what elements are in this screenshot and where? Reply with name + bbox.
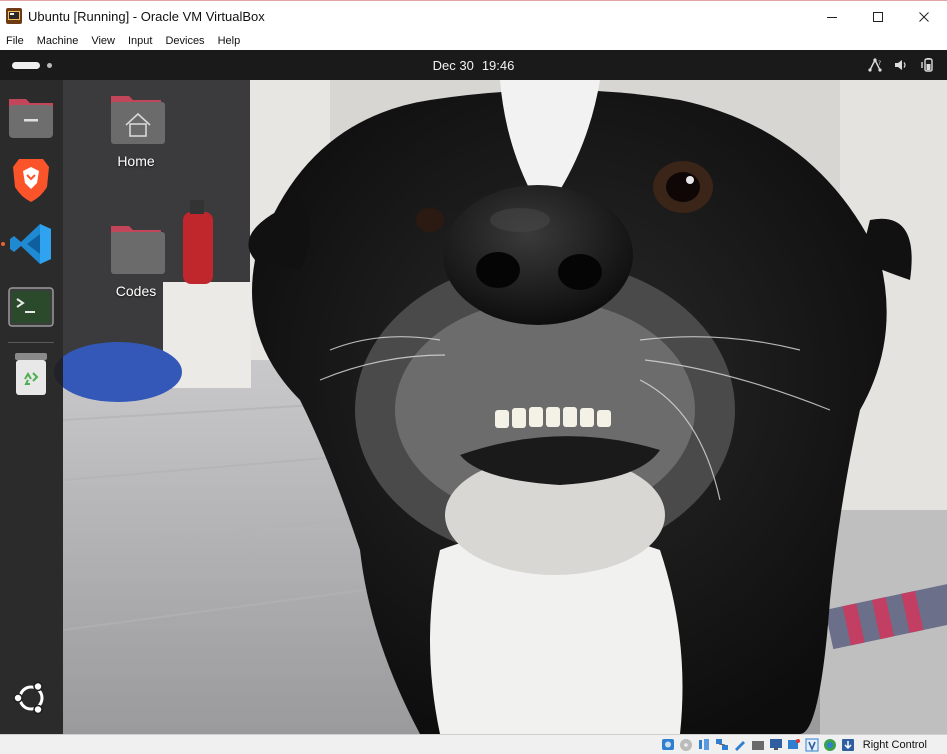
shared-folders-icon[interactable] (751, 738, 766, 752)
clock-date: Dec 30 (432, 57, 474, 73)
menu-devices[interactable]: Devices (159, 35, 211, 47)
terminal-icon (8, 287, 54, 327)
close-icon (919, 11, 929, 22)
dock-item-trash[interactable] (7, 350, 55, 398)
desktop-icon-codes[interactable]: Codes (101, 222, 171, 299)
audio-icon[interactable] (697, 738, 712, 752)
power-icon (921, 58, 933, 72)
host-key-label: Right Control (862, 738, 927, 751)
desktop[interactable]: Home Codes (0, 80, 947, 734)
network-adapter-icon[interactable] (715, 738, 730, 752)
dock (0, 80, 63, 734)
desktop-icon-label: Home (117, 153, 155, 169)
gnome-top-bar: Dec 30 19:46 ? (0, 50, 947, 80)
dock-item-brave[interactable] (7, 156, 55, 204)
menubar: File Machine View Input Devices Help (0, 31, 947, 50)
window-title: Ubuntu [Running] - Oracle VM VirtualBox (28, 8, 265, 24)
window-controls (809, 1, 947, 32)
clock-time: 19:46 (481, 57, 515, 73)
folder-icon (111, 226, 165, 274)
virtualbox-app-icon (6, 8, 22, 24)
dock-item-show-applications[interactable] (7, 674, 55, 722)
maximize-icon (873, 11, 883, 22)
display-icon[interactable] (769, 738, 784, 752)
minimize-icon (827, 16, 837, 18)
virtualization-icon[interactable] (805, 738, 820, 752)
svg-text:?: ? (878, 60, 881, 67)
desktop-icon-label: Codes (115, 283, 157, 299)
window-titlebar[interactable]: Ubuntu [Running] - Oracle VM VirtualBox (0, 0, 947, 31)
trash-icon (15, 353, 47, 395)
dock-item-files[interactable] (7, 93, 55, 141)
menu-machine[interactable]: Machine (31, 35, 86, 47)
ubuntu-apps-icon (13, 681, 44, 715)
minimize-button[interactable] (809, 1, 855, 32)
mouse-integration-icon[interactable] (823, 738, 838, 752)
menu-help[interactable]: Help (212, 35, 248, 47)
close-button[interactable] (901, 1, 947, 32)
dock-item-terminal[interactable] (7, 283, 55, 331)
desktop-icon-home[interactable]: Home (101, 92, 171, 169)
clock[interactable]: Dec 30 19:46 (0, 50, 947, 80)
home-folder-icon (111, 96, 165, 144)
volume-icon (895, 60, 906, 70)
running-indicator (1, 242, 5, 246)
menu-input[interactable]: Input (122, 35, 159, 47)
dock-separator (8, 342, 54, 343)
video-capture-icon[interactable] (787, 738, 802, 752)
maximize-button[interactable] (855, 1, 901, 32)
usb-icon[interactable] (733, 738, 748, 752)
dock-item-vscode[interactable] (7, 220, 55, 268)
dog-wallpaper (0, 80, 947, 734)
vscode-icon (10, 224, 51, 264)
host-key-icon[interactable] (841, 738, 856, 752)
optical-drive-icon[interactable] (679, 738, 694, 752)
system-tray[interactable]: ? (867, 50, 935, 80)
network-icon: ? (868, 58, 882, 72)
menu-file[interactable]: File (0, 35, 31, 47)
hard-disk-icon[interactable] (661, 738, 676, 752)
files-icon (9, 99, 53, 138)
vbox-statusbar: Right Control (0, 734, 947, 754)
brave-icon (13, 159, 49, 202)
menu-view[interactable]: View (85, 35, 122, 47)
